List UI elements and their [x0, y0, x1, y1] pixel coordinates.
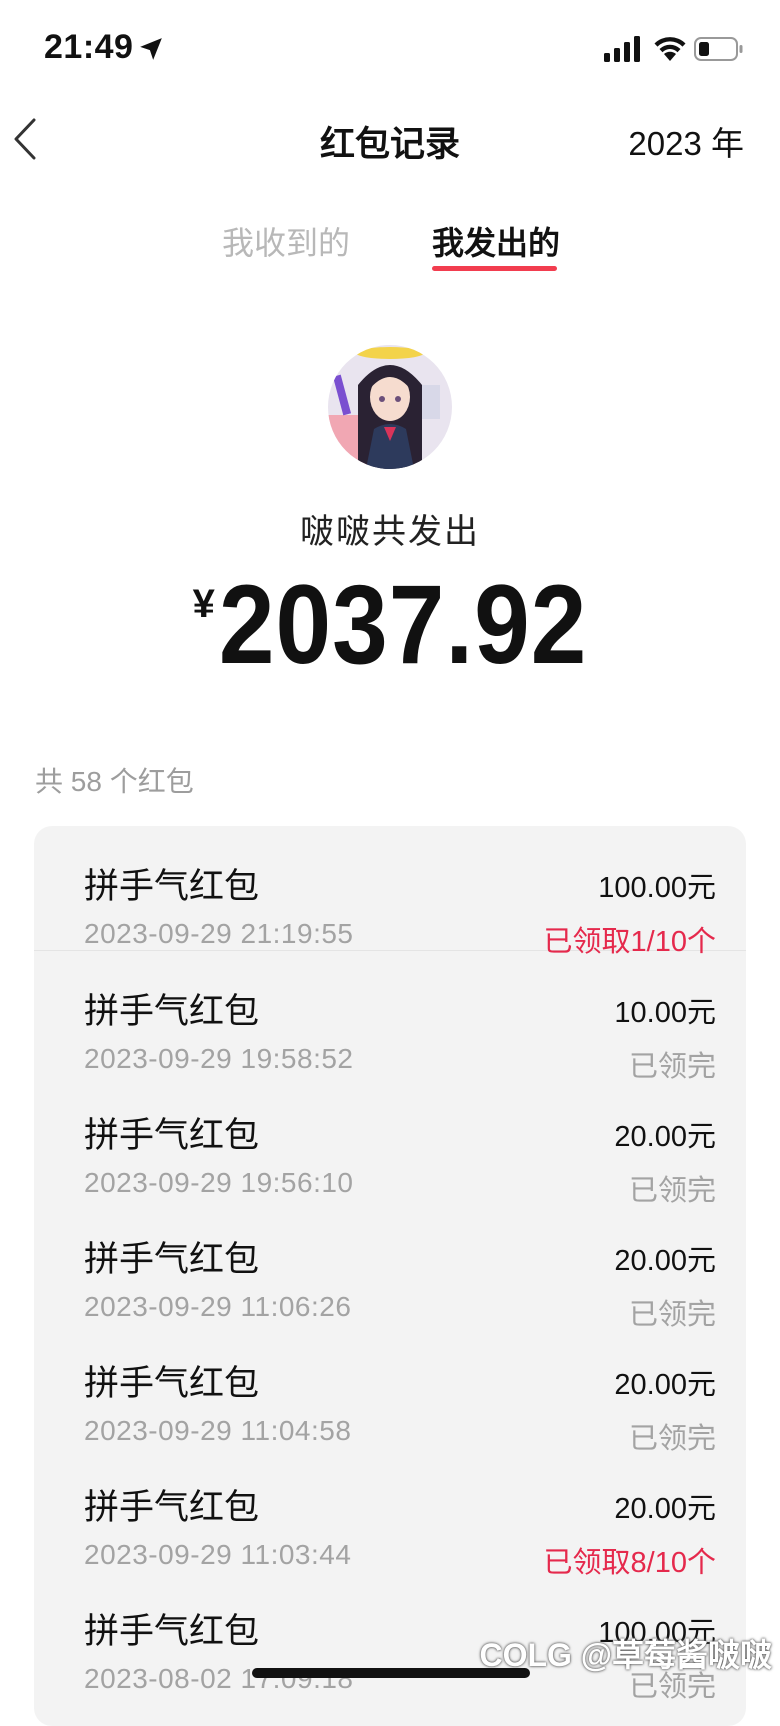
record-title: 拼手气红包 — [84, 992, 260, 1031]
active-tab-indicator — [432, 266, 557, 271]
sent-total-caption: 啵啵共发出 — [300, 513, 480, 551]
wifi-icon — [654, 37, 686, 61]
record-title: 拼手气红包 — [84, 1116, 260, 1155]
record-amount: 20.00元 — [614, 1369, 716, 1401]
record-title: 拼手气红包 — [84, 1612, 260, 1651]
record-amount: 100.00元 — [598, 872, 716, 904]
record-amount: 10.00元 — [614, 997, 716, 1029]
nav-bar: 红包记录 2023 年 — [0, 100, 780, 176]
total-amount: ¥2037.92 — [0, 562, 780, 687]
status-time: 21:49 — [44, 28, 134, 66]
total-amount-value: 2037.92 — [218, 562, 588, 688]
list-item[interactable]: 拼手气红包 2023-09-29 19:56:10 20.00元 已领完 — [34, 1075, 746, 1207]
list-item[interactable]: 拼手气红包 2023-09-29 11:06:26 20.00元 已领完 — [34, 1199, 746, 1331]
record-amount: 20.00元 — [614, 1493, 716, 1525]
record-time: 2023-09-29 11:03:44 — [84, 1539, 352, 1570]
location-arrow-icon — [140, 38, 162, 60]
record-title: 拼手气红包 — [84, 1364, 260, 1403]
list-item[interactable]: 拼手气红包 2023-09-29 11:04:58 20.00元 已领完 — [34, 1323, 746, 1455]
record-time: 2023-09-29 11:04:58 — [84, 1415, 352, 1446]
envelope-count: 共 58 个红包 — [35, 766, 194, 797]
record-title: 拼手气红包 — [84, 1240, 260, 1279]
status-bar: 21:49 — [0, 0, 780, 100]
list-item[interactable]: 拼手气红包 2023-09-29 21:19:55 100.00元 已领取1/1… — [34, 826, 746, 958]
record-time: 2023-09-29 21:19:55 — [84, 918, 354, 949]
tab-received[interactable]: 我收到的 — [222, 218, 350, 264]
year-selector[interactable]: 2023 年 — [628, 117, 744, 165]
record-list: 拼手气红包 2023-09-29 21:19:55 100.00元 已领取1/1… — [34, 826, 746, 1726]
record-time: 2023-09-29 19:58:52 — [84, 1043, 354, 1074]
avatar — [328, 345, 452, 469]
record-amount: 20.00元 — [614, 1245, 716, 1277]
record-title: 拼手气红包 — [84, 1488, 260, 1527]
record-time: 2023-09-29 19:56:10 — [84, 1167, 354, 1198]
record-title: 拼手气红包 — [84, 867, 260, 906]
battery-icon — [694, 37, 743, 61]
tab-sent[interactable]: 我发出的 — [432, 218, 560, 264]
currency-symbol: ¥ — [192, 582, 215, 626]
home-indicator[interactable] — [252, 1668, 530, 1678]
list-item[interactable]: 拼手气红包 2023-09-29 19:58:52 10.00元 已领完 — [34, 951, 746, 1083]
cellular-signal-icon — [604, 36, 640, 62]
record-amount: 20.00元 — [614, 1121, 716, 1153]
record-time: 2023-09-29 11:06:26 — [84, 1291, 352, 1322]
list-item[interactable]: 拼手气红包 2023-09-29 11:03:44 20.00元 已领取8/10… — [34, 1447, 746, 1579]
